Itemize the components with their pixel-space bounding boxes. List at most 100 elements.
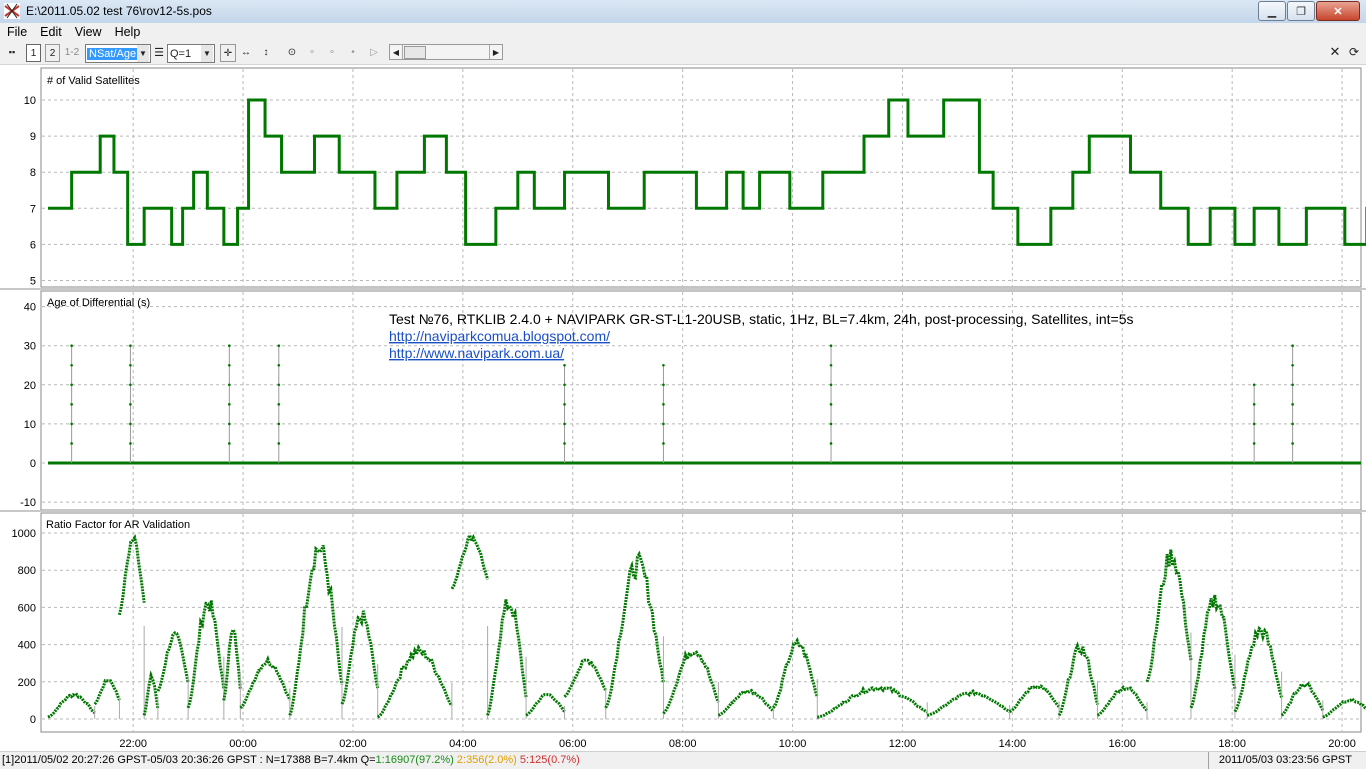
annotation-link-blogspot[interactable]: http://naviparkcomua.blogspot.com/: [389, 328, 610, 344]
point-button-2[interactable]: ∘: [325, 44, 339, 60]
minimize-icon: ▁: [1267, 5, 1277, 18]
maximize-button[interactable]: ❐: [1287, 1, 1315, 21]
y-tick-label: 8: [30, 167, 36, 179]
frame-1-2-label: 1-2: [64, 46, 80, 58]
age-point: [563, 363, 566, 367]
x-tick-label: 20:00: [1328, 738, 1356, 750]
series-ratio-segment: [156, 631, 190, 692]
status-time: 2011/05/03 03:23:56 GPST: [1207, 752, 1366, 769]
age-point: [1252, 422, 1256, 426]
x-tick-label: 18:00: [1218, 738, 1246, 750]
plot-type-select[interactable]: NSat/Age ▼: [85, 44, 151, 63]
grid-toggle-button[interactable]: ☰: [153, 44, 165, 60]
fit-horizontal-button[interactable]: ↔: [239, 44, 253, 60]
age-point: [662, 363, 665, 367]
target-icon: ⊙: [287, 46, 297, 58]
age-point: [1291, 442, 1294, 445]
time-scrollbar[interactable]: ◀ ▶: [389, 44, 503, 60]
close-window-button[interactable]: ✕: [1316, 1, 1360, 21]
series-ratio-segment: [486, 599, 528, 716]
series-ratio-segment: [1189, 594, 1237, 709]
show-track-button[interactable]: ⊙: [285, 44, 299, 60]
crosshair-icon: ✛: [223, 47, 233, 59]
age-point: [662, 422, 665, 426]
age-point: [829, 383, 833, 387]
age-point: [662, 403, 665, 406]
frame-2-button[interactable]: 2: [45, 44, 60, 62]
point-button-3[interactable]: •: [346, 44, 360, 60]
y-tick-label: 0: [30, 458, 36, 470]
series-ratio-segment: [288, 544, 344, 716]
series-ratio-segment: [772, 637, 819, 709]
age-point: [1252, 383, 1256, 387]
status-range: [1]2011/05/02 20:27:26 GPST-05/03 20:36:…: [2, 754, 376, 766]
x-tick-label: 00:00: [229, 738, 257, 750]
menu-help[interactable]: Help: [108, 25, 147, 39]
age-point: [70, 344, 73, 348]
menu-view[interactable]: View: [68, 25, 108, 39]
series-ratio-segment: [186, 600, 226, 709]
series-ratio-segment: [1057, 641, 1099, 717]
y-tick-label: 5: [30, 276, 36, 288]
pause-button[interactable]: ▪▪: [5, 44, 19, 60]
y-tick-label: 7: [30, 203, 36, 215]
plot-area[interactable]: 22:00 00:00 02:00 04:00 06:00 08:00 10:00 12:00…: [0, 65, 1366, 751]
series-ratio-segment: [662, 649, 720, 715]
y-tick-label: 1000: [12, 528, 36, 540]
series-ratio-segment: [222, 626, 242, 701]
age-point: [277, 383, 281, 387]
pause-icon: ▪▪: [8, 47, 16, 57]
series-ratio-segment: [926, 689, 1011, 717]
quality-select[interactable]: Q=1 ▼: [167, 44, 215, 63]
minimize-button[interactable]: ▁: [1258, 1, 1286, 21]
menu-file[interactable]: File: [0, 25, 33, 39]
plot-canvas[interactable]: 22:00 00:00 02:00 04:00 06:00 08:00 10:00 12:00…: [0, 65, 1366, 751]
circle-icon: ∘: [328, 46, 336, 58]
status-summary: [1]2011/05/02 20:27:26 GPST-05/03 20:36:…: [2, 754, 580, 766]
annotation-link-navipark[interactable]: http://www.navipark.com.ua/: [389, 345, 564, 361]
point-button-1[interactable]: ∘: [305, 44, 319, 60]
frame-1-button[interactable]: 1: [26, 44, 41, 62]
scroll-thumb[interactable]: [404, 46, 426, 59]
x-tick-label: 02:00: [339, 738, 367, 750]
y-tick-label: 800: [18, 565, 36, 577]
age-point: [129, 403, 132, 406]
series-ratio-segment: [1280, 680, 1325, 717]
animate-button[interactable]: ▷: [367, 44, 381, 60]
quality-value: Q=1: [170, 47, 192, 60]
age-point: [129, 344, 132, 348]
y-tick-label: 6: [30, 239, 36, 251]
age-point: [228, 344, 231, 348]
age-point: [277, 442, 281, 445]
panel-title-age: Age of Differential (s): [47, 297, 150, 309]
fit-vertical-button[interactable]: ↕: [259, 44, 273, 60]
x-tick-label: 14:00: [999, 738, 1027, 750]
age-point: [70, 442, 73, 445]
status-q1: 1:16907(97.2%): [375, 754, 454, 766]
age-point: [129, 422, 132, 426]
x-tick-label: 16:00: [1109, 738, 1137, 750]
circle-icon: ∘: [308, 46, 316, 58]
y-tick-label: 400: [18, 640, 36, 652]
age-point: [1291, 422, 1294, 426]
age-point: [563, 403, 566, 406]
y-tick-label: 40: [24, 302, 36, 314]
frame-1-2-button[interactable]: 1-2: [64, 44, 80, 60]
series-ratio-segment: [817, 685, 928, 719]
age-point: [277, 363, 281, 367]
center-origin-button[interactable]: ✛: [220, 44, 236, 62]
chevron-down-icon: ▼: [201, 45, 213, 62]
age-point: [1291, 383, 1294, 387]
age-point: [829, 422, 833, 426]
y-tick-label: 600: [18, 602, 36, 614]
x-tick-label: 12:00: [889, 738, 917, 750]
restore-icon: ❐: [1296, 5, 1306, 18]
menu-bar: File Edit View Help: [0, 23, 1366, 41]
app-icon: [4, 3, 20, 19]
frame-2-label: 2: [49, 47, 56, 59]
reload-button[interactable]: ⟳: [1347, 44, 1361, 60]
close-plot-button[interactable]: ✕: [1328, 44, 1342, 60]
status-q2: 2:356(2.0%): [456, 754, 517, 766]
menu-edit[interactable]: Edit: [33, 25, 68, 39]
age-point: [829, 442, 833, 445]
